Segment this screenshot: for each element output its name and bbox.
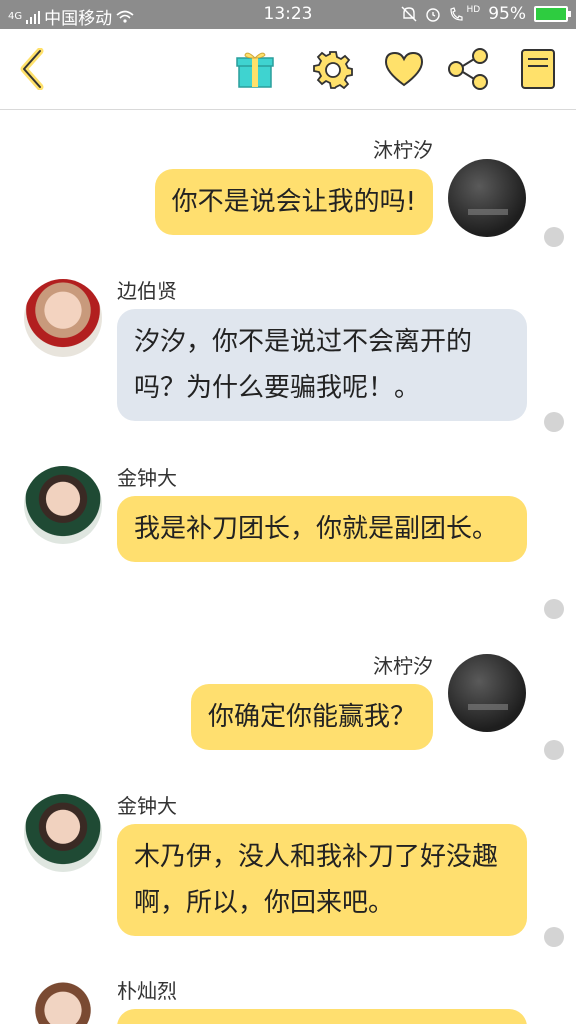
gift-button[interactable] — [231, 45, 279, 93]
status-dot — [544, 599, 564, 619]
alarm-icon — [425, 8, 440, 22]
share-icon — [448, 48, 488, 90]
mute-bell-icon — [401, 6, 416, 22]
status-dot — [544, 927, 564, 947]
chat-list[interactable]: 沐柠汐 你不是说会让我的吗! 边伯贤 汐汐，你不是说过不会离开的吗？为什么要骗我… — [0, 110, 576, 1024]
status-dot — [544, 227, 564, 247]
chevron-left-icon — [20, 48, 44, 90]
avatar[interactable] — [448, 159, 526, 237]
message-bubble[interactable] — [117, 1009, 527, 1024]
sender-name: 沐柠汐 — [373, 138, 433, 162]
share-button[interactable] — [444, 45, 492, 93]
message-bubble[interactable]: 汐汐，你不是说过不会离开的吗？为什么要骗我呢！。 — [117, 309, 527, 421]
sender-name: 金钟大 — [117, 466, 177, 490]
gift-icon — [236, 52, 274, 88]
sender-name: 边伯贤 — [117, 279, 177, 303]
heart-icon — [384, 51, 424, 87]
hd-call-icon — [449, 7, 463, 21]
sender-name: 朴灿烈 — [117, 979, 177, 1003]
sender-name: 金钟大 — [117, 794, 177, 818]
avatar[interactable] — [24, 466, 102, 544]
status-bar: 4G 中国移动 13:23 HD 95% — [0, 0, 576, 29]
battery-icon — [534, 6, 571, 22]
avatar[interactable] — [24, 979, 102, 1024]
message-bubble[interactable]: 你确定你能赢我？ — [190, 684, 433, 750]
status-right: HD 95% — [401, 4, 571, 24]
status-dot — [544, 412, 564, 432]
avatar[interactable] — [24, 794, 102, 872]
notebook-icon — [521, 49, 555, 89]
hd-label: HD — [466, 5, 481, 15]
favorite-button[interactable] — [380, 45, 428, 93]
chat-toolbar — [0, 29, 576, 110]
gear-icon — [313, 51, 353, 89]
back-button[interactable] — [8, 45, 56, 93]
avatar[interactable] — [448, 654, 526, 732]
avatar[interactable] — [24, 279, 102, 357]
battery-percent: 95% — [488, 4, 526, 24]
notes-button[interactable] — [514, 45, 562, 93]
message-bubble[interactable]: 木乃伊，没人和我补刀了好没趣啊，所以，你回来吧。 — [117, 824, 527, 936]
status-dot — [544, 740, 564, 760]
message-bubble[interactable]: 你不是说会让我的吗! — [154, 169, 433, 235]
message-bubble[interactable]: 我是补刀团长，你就是副团长。 — [117, 496, 527, 562]
sender-name: 沐柠汐 — [373, 654, 433, 678]
settings-button[interactable] — [309, 45, 357, 93]
